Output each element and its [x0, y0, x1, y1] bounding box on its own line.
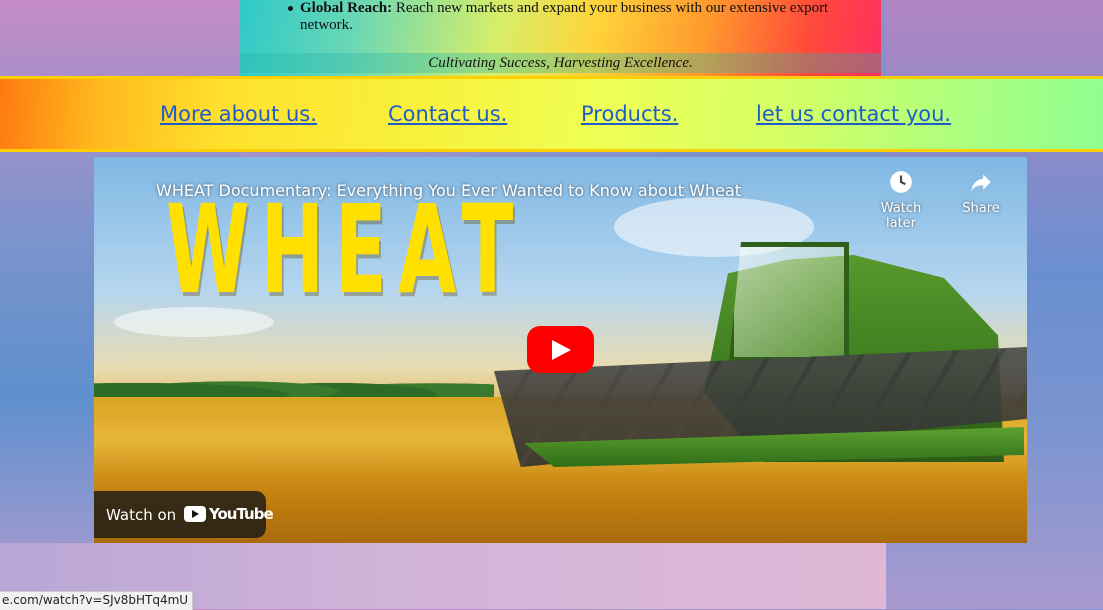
feature-title: Global Reach: — [300, 0, 393, 16]
list-item: Global Reach: Reach new markets and expa… — [288, 0, 840, 34]
feature-list: Global Reach: Reach new markets and expa… — [240, 0, 881, 34]
nav-link-contact-you[interactable]: let us contact you. — [756, 102, 951, 126]
nav-bar: More about us. Contact us. Products. let… — [0, 76, 1103, 152]
harvester-cab — [729, 242, 849, 362]
share-button[interactable]: Share — [956, 169, 1006, 216]
video-embed[interactable]: WHEAT WHEAT Documentary: Everything You … — [94, 157, 1027, 543]
youtube-logo-icon — [184, 506, 206, 522]
status-bar-url: e.com/watch?v=SJv8bHTq4mU — [0, 591, 194, 610]
share-arrow-icon — [971, 174, 991, 192]
play-button[interactable] — [527, 326, 594, 373]
watch-on-label: Watch on — [106, 506, 177, 524]
watch-later-label: Watch later — [880, 201, 922, 231]
share-label: Share — [962, 201, 1000, 216]
youtube-wordmark: YouTube — [209, 505, 274, 523]
watch-on-youtube-button[interactable]: Watch on YouTube — [94, 491, 274, 538]
watch-later-button[interactable]: Watch later — [865, 169, 937, 231]
nav-link-about[interactable]: More about us. — [160, 102, 317, 126]
nav-link-contact[interactable]: Contact us. — [388, 102, 507, 126]
tagline: Cultivating Success, Harvesting Excellen… — [240, 53, 881, 73]
video-title[interactable]: WHEAT Documentary: Everything You Ever W… — [156, 181, 741, 200]
thumbnail-wheat-word: WHEAT — [166, 179, 525, 321]
clock-icon — [890, 171, 912, 193]
info-panel: Global Reach: Reach new markets and expa… — [240, 0, 881, 76]
nav-link-products[interactable]: Products. — [581, 102, 678, 126]
